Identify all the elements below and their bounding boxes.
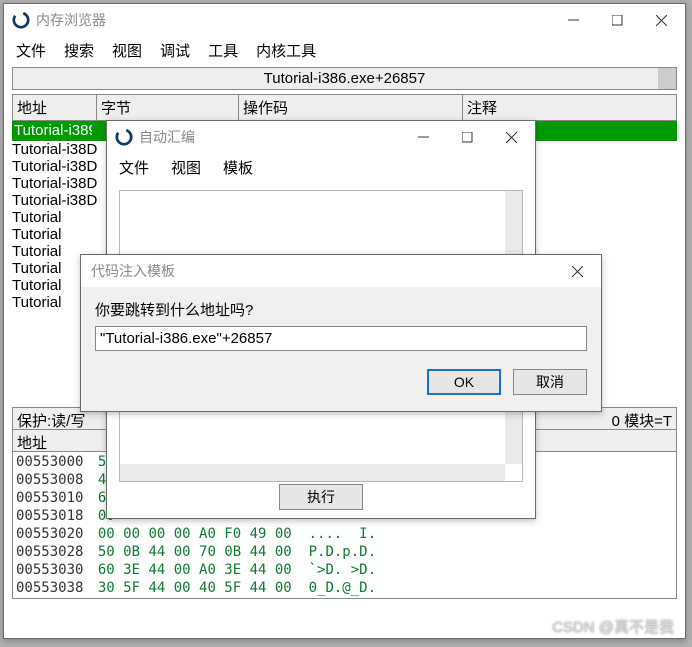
menu-search[interactable]: 搜索	[64, 40, 94, 61]
app-icon	[12, 11, 30, 29]
window-title: 内存浏览器	[36, 10, 106, 30]
maximize-button[interactable]	[445, 122, 489, 152]
protection-label: 保护:读/写	[17, 413, 85, 430]
auto-menu-bar: 文件 视图 模板	[107, 153, 535, 184]
main-menu-bar: 文件 搜索 视图 调试 工具 内核工具	[4, 36, 685, 67]
col-opcode[interactable]: 操作码	[238, 94, 462, 121]
menu-tools[interactable]: 工具	[208, 40, 238, 61]
menu-kernel[interactable]: 内核工具	[256, 40, 316, 61]
col-comment[interactable]: 注释	[462, 94, 677, 121]
dialog-title-bar[interactable]: 代码注入模板	[81, 255, 601, 287]
close-button[interactable]	[489, 122, 533, 152]
dialog-title: 代码注入模板	[91, 261, 175, 281]
menu-template[interactable]: 模板	[223, 157, 253, 178]
menu-view[interactable]: 视图	[112, 40, 142, 61]
ok-button[interactable]: OK	[427, 369, 501, 395]
col-bytes[interactable]: 字节	[96, 94, 238, 121]
close-button[interactable]	[639, 5, 683, 35]
menu-file[interactable]: 文件	[16, 40, 46, 61]
auto-title-bar[interactable]: 自动汇编	[107, 121, 535, 153]
window-title: 自动汇编	[139, 127, 195, 147]
hscrollbar[interactable]	[120, 464, 505, 481]
dialog-question: 你要跳转到什么地址吗?	[95, 299, 587, 320]
inject-dialog: 代码注入模板 你要跳转到什么地址吗? OK 取消	[80, 254, 602, 412]
hex-col-address[interactable]: 地址	[17, 435, 47, 452]
address-input[interactable]	[95, 326, 587, 351]
banner-address: Tutorial-i386.exe+26857	[12, 67, 677, 90]
menu-view[interactable]: 视图	[171, 157, 201, 178]
main-title-bar[interactable]: 内存浏览器	[4, 4, 685, 36]
close-button[interactable]	[555, 256, 599, 286]
grid-header: 地址 字节 操作码 注释	[12, 94, 677, 121]
menu-debug[interactable]: 调试	[160, 40, 190, 61]
execute-button[interactable]: 执行	[279, 484, 363, 510]
app-icon	[115, 128, 133, 146]
minimize-button[interactable]	[551, 5, 595, 35]
watermark: CSDN @真不是我	[552, 616, 674, 637]
cancel-button[interactable]: 取消	[513, 369, 587, 395]
minimize-button[interactable]	[401, 122, 445, 152]
dialog-body: 你要跳转到什么地址吗? OK 取消	[81, 287, 601, 411]
menu-file[interactable]: 文件	[119, 157, 149, 178]
maximize-button[interactable]	[595, 5, 639, 35]
col-address[interactable]: 地址	[12, 94, 96, 121]
module-label: 0 模块=T	[612, 410, 672, 431]
